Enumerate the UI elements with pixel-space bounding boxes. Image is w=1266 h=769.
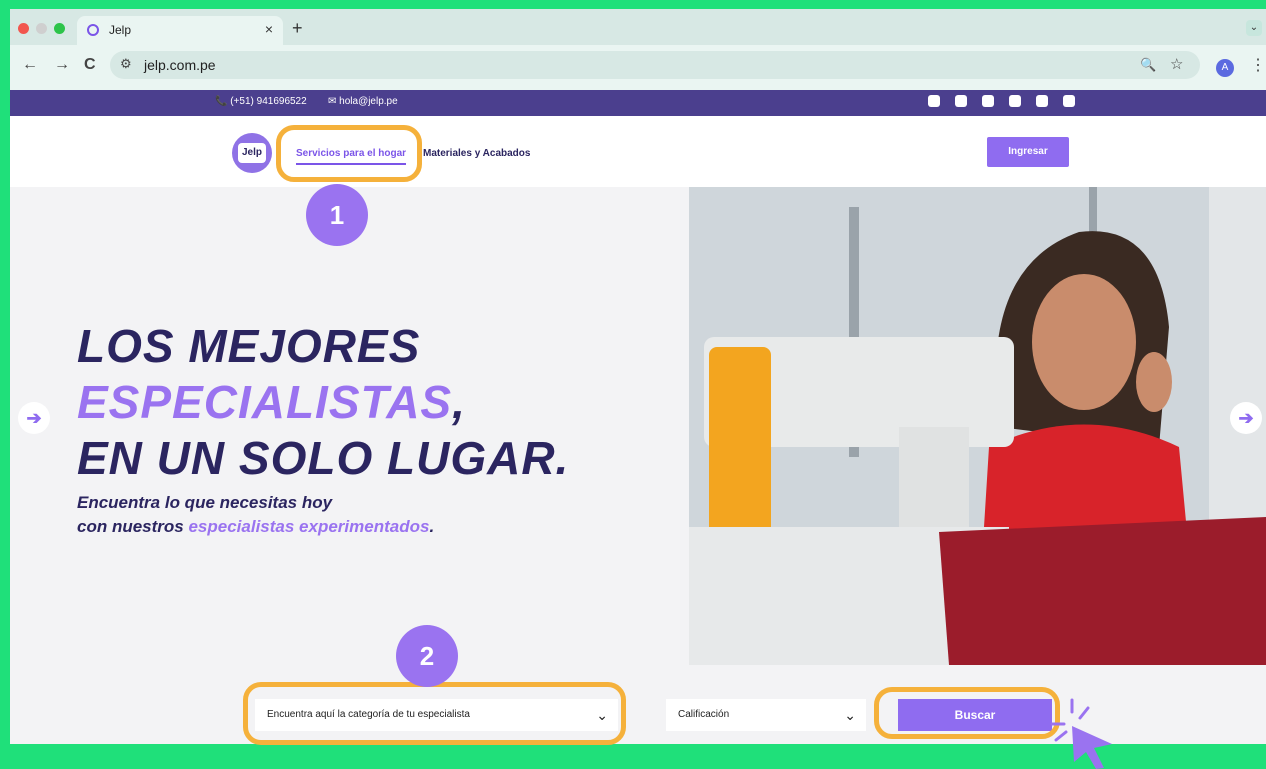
forward-icon[interactable]: →	[54, 56, 70, 74]
rating-select[interactable]: Calificación ⌄	[666, 699, 866, 731]
login-button[interactable]: Ingresar	[987, 137, 1069, 167]
hero-title-line2: ESPECIALISTAS,	[77, 375, 466, 429]
x-icon[interactable]	[1009, 95, 1021, 107]
site-info-icon[interactable]: ⚙	[120, 56, 132, 72]
hero-title-comma: ,	[452, 376, 466, 428]
omnibox[interactable]: ⚙ jelp.com.pe	[110, 51, 1200, 79]
contact-topbar: 📞 (+51) 941696522 ✉ hola@jelp.pe	[10, 90, 1266, 116]
profile-avatar[interactable]: A	[1216, 59, 1234, 77]
rating-select-label: Calificación	[678, 709, 730, 720]
hero-subtitle-suffix: .	[429, 517, 435, 536]
click-cursor-icon	[1050, 698, 1112, 769]
nav-materials-link[interactable]: Materiales y Acabados	[423, 148, 530, 159]
back-icon[interactable]: ←	[22, 56, 38, 74]
seamstress-illustration	[689, 187, 1266, 665]
logo-text: Jelp	[238, 143, 266, 163]
whatsapp-icon[interactable]	[928, 95, 940, 107]
hero-subtitle-line2: con nuestros especialistas experimentado…	[77, 517, 434, 537]
zoom-icon[interactable]: 🔍	[1140, 57, 1156, 73]
hero-title-line1: LOS MEJORES	[77, 320, 421, 372]
phone-contact[interactable]: 📞 (+51) 941696522	[215, 96, 307, 107]
hero-title-line3: EN UN SOLO LUGAR.	[77, 432, 570, 484]
favicon-icon	[87, 24, 99, 36]
hero-section: LOS MEJORES ESPECIALISTAS, EN UN SOLO LU…	[10, 187, 1266, 665]
close-window-button[interactable]	[18, 23, 29, 34]
maximize-window-button[interactable]	[54, 23, 65, 34]
tab-bar: Jelp × + ⌄	[10, 9, 1266, 45]
step-badge-2: 2	[396, 625, 458, 687]
hero-photo	[689, 187, 1266, 665]
carousel-prev-arrow-icon[interactable]: ➔	[18, 402, 50, 434]
highlight-services-link	[276, 125, 422, 182]
new-tab-button[interactable]: +	[292, 18, 303, 39]
instagram-icon[interactable]	[1036, 95, 1048, 107]
hero-subtitle-prefix: con nuestros	[77, 517, 189, 536]
hero-subtitle-line1: Encuentra lo que necesitas hoy	[77, 493, 333, 512]
tab-close-icon[interactable]: ×	[265, 21, 273, 37]
linkedin-icon[interactable]	[982, 95, 994, 107]
tiktok-icon[interactable]	[1063, 95, 1075, 107]
url-text[interactable]: jelp.com.pe	[144, 57, 216, 73]
highlight-search-button	[874, 687, 1060, 739]
tab-search-button[interactable]: ⌄	[1246, 20, 1262, 36]
address-bar-row: ← → C ⚙ jelp.com.pe 🔍 ☆ A ⋮	[10, 45, 1266, 90]
email-contact[interactable]: ✉ hola@jelp.pe	[328, 96, 398, 107]
window-controls	[18, 23, 65, 34]
tab-title: Jelp	[109, 23, 132, 37]
highlight-category-select	[243, 682, 626, 745]
facebook-icon[interactable]	[955, 95, 967, 107]
minimize-window-button[interactable]	[36, 23, 47, 34]
site-header: Jelp Servicios para el hogar Materiales …	[10, 116, 1266, 187]
bookmark-star-icon[interactable]: ☆	[1170, 55, 1183, 73]
browser-tab[interactable]: Jelp ×	[77, 16, 283, 45]
carousel-next-arrow-icon[interactable]: ➔	[1230, 402, 1262, 434]
chevron-down-icon: ⌄	[844, 707, 856, 723]
browser-menu-icon[interactable]: ⋮	[1250, 55, 1266, 75]
browser-window: Jelp × + ⌄ ← → C ⚙ jelp.com.pe 🔍 ☆ A ⋮ 📞…	[10, 9, 1266, 744]
step-badge-1: 1	[306, 184, 368, 246]
hero-title-highlight: ESPECIALISTAS	[77, 376, 453, 428]
reload-icon[interactable]: C	[84, 56, 96, 74]
hero-subtitle-highlight: especialistas experimentados	[188, 517, 430, 536]
jelp-logo[interactable]: Jelp	[232, 133, 272, 173]
social-links	[928, 95, 1075, 107]
